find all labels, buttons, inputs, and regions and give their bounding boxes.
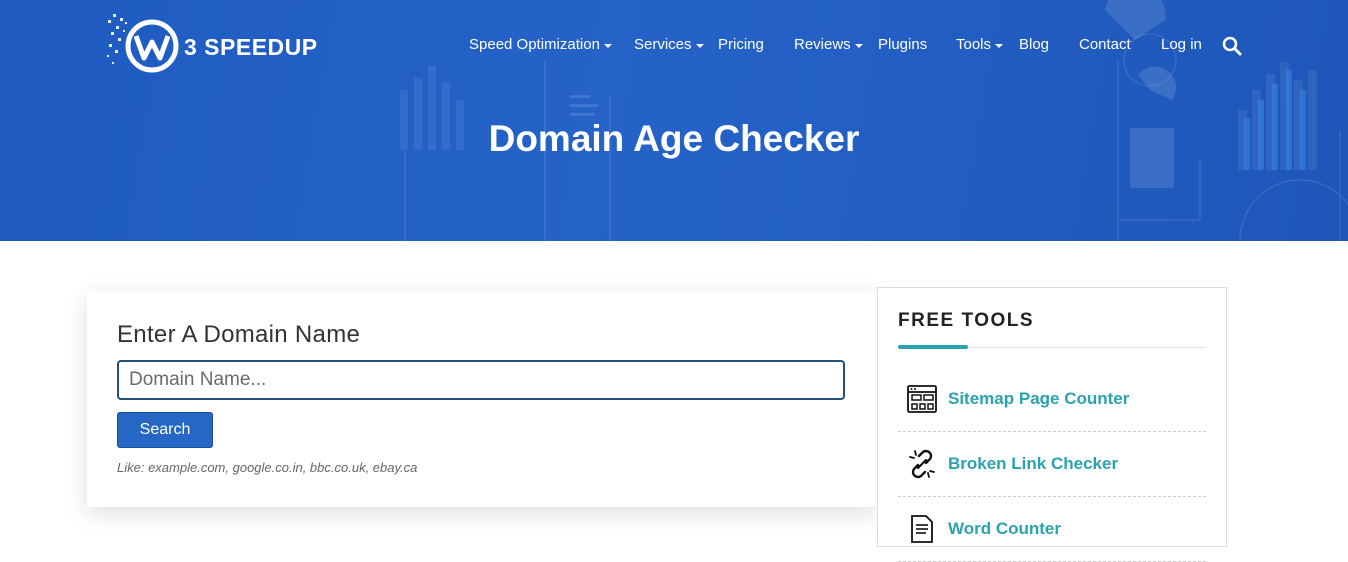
domain-checker-form: Enter A Domain Name Search Like: example… [87,291,877,507]
search-button[interactable]: Search [117,412,213,448]
search-icon[interactable] [1222,36,1242,56]
sidebar-title-accent [898,345,968,349]
tool-item-word-counter[interactable]: Word Counter [898,497,1206,562]
page-title: Domain Age Checker [488,118,860,159]
chevron-down-icon [854,43,863,48]
tool-link-label[interactable]: Broken Link Checker [948,454,1118,474]
input-hint: Like: example.com, google.co.in, bbc.co.… [117,460,418,475]
nav-label: Plugins [878,36,928,53]
tool-item-broken-link-checker[interactable]: Broken Link Checker [898,432,1206,497]
hero-banner: 3 SPEEDUP Speed Optimization Services Pr… [0,0,1348,241]
tool-link-label[interactable]: Sitemap Page Counter [948,389,1129,409]
brand-name: 3 SPEEDUP [184,33,318,60]
sidebar-title: FREE TOOLS [898,310,1035,331]
nav-pricing[interactable]: Pricing [718,36,764,53]
nav-label: Log in [1161,36,1202,53]
form-heading: Enter A Domain Name [117,321,361,348]
nav-label: Services [634,36,692,53]
nav-tools[interactable]: Tools [956,36,1004,53]
nav-contact[interactable]: Contact [1079,36,1131,53]
nav-label: Speed Optimization [469,36,600,53]
logo-mark-icon [106,10,180,74]
sitemap-icon [906,383,938,415]
nav-plugins[interactable]: Plugins [878,36,927,53]
nav-label: Reviews [794,36,851,53]
brand-logo[interactable]: 3 SPEEDUP [106,10,318,74]
document-icon [906,513,938,545]
nav-blog[interactable]: Blog [1019,36,1049,53]
broken-link-icon [906,448,938,480]
tool-link-label[interactable]: Word Counter [948,519,1061,539]
nav-log-in[interactable]: Log in [1161,36,1202,53]
nav-label: Pricing [718,36,764,53]
nav-label: Blog [1019,36,1050,53]
nav-speed-optimization[interactable]: Speed Optimization [469,36,612,53]
chevron-down-icon [995,43,1004,48]
nav-services[interactable]: Services [634,36,704,53]
chevron-down-icon [695,43,704,48]
domain-name-input[interactable] [117,360,845,400]
chevron-down-icon [603,43,612,48]
tool-item-sitemap-page-counter[interactable]: Sitemap Page Counter [898,367,1206,432]
nav-reviews[interactable]: Reviews [794,36,863,53]
nav-label: Tools [956,36,992,53]
nav-label: Contact [1079,36,1131,53]
free-tools-sidebar: FREE TOOLS Sitemap Page Counter Broken L… [877,287,1227,562]
